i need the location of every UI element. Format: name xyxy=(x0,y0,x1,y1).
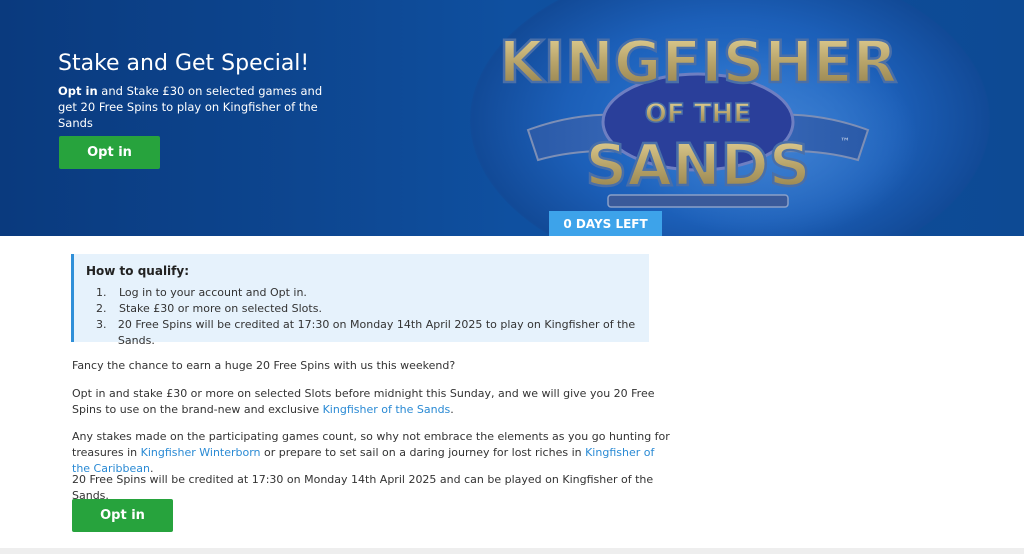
kingfisher-winterborn-link[interactable]: Kingfisher Winterborn xyxy=(141,446,261,459)
stake-paragraph: Opt in and stake £30 or more on selected… xyxy=(72,386,672,418)
qualify-step: 2. Stake £30 or more on selected Slots. xyxy=(96,301,649,317)
step-text: 20 Free Spins will be credited at 17:30 … xyxy=(117,318,636,347)
step-text: Stake £30 or more on selected Slots. xyxy=(119,302,322,315)
promo-hero-banner: KINGFISHER OF THE SANDS ™ Stake and Get … xyxy=(0,0,1024,236)
step-text: Log in to your account and Opt in. xyxy=(119,286,307,299)
days-left-badge: 0 DAYS LEFT xyxy=(549,211,662,236)
promo-description-bold: Opt in xyxy=(58,84,98,98)
logo-text-line2: OF THE xyxy=(645,99,751,129)
qualify-steps-list: 1. Log in to your account and Opt in. 2. S… xyxy=(96,285,649,349)
step-number: 1. xyxy=(96,286,107,299)
step-number: 2. xyxy=(96,302,107,315)
footer-divider xyxy=(0,548,1024,554)
intro-paragraph: Fancy the chance to earn a huge 20 Free … xyxy=(72,359,456,372)
games-text-mid: or prepare to set sail on a daring journ… xyxy=(260,446,586,459)
qualify-step: 1. Log in to your account and Opt in. xyxy=(96,285,649,301)
logo-tm: ™ xyxy=(840,137,850,148)
how-to-qualify-box: How to qualify: 1. Log in to your account… xyxy=(71,254,649,347)
hero-opt-in-button[interactable]: Opt in xyxy=(59,136,160,169)
kingfisher-of-the-sands-link[interactable]: Kingfisher of the Sands xyxy=(323,403,451,416)
promo-description-text: and Stake £30 on selected games and get … xyxy=(58,84,323,130)
promo-description: Opt in and Stake £30 on selected games a… xyxy=(58,83,338,131)
participating-games-paragraph: Any stakes made on the participating gam… xyxy=(72,429,672,477)
qualify-title: How to qualify: xyxy=(86,264,190,278)
kingfisher-of-the-sands-logo: KINGFISHER OF THE SANDS ™ xyxy=(498,27,898,208)
step-number: 3. xyxy=(96,318,107,331)
stake-text-end: . xyxy=(450,403,454,416)
qualify-step: 3. 20 Free Spins will be credited at 17:3… xyxy=(96,317,649,349)
promo-title: Stake and Get Special! xyxy=(58,51,310,76)
logo-text-line1: KINGFISHER xyxy=(499,28,897,96)
bottom-opt-in-button[interactable]: Opt in xyxy=(72,499,173,532)
logo-text-line3: SANDS xyxy=(585,131,810,199)
